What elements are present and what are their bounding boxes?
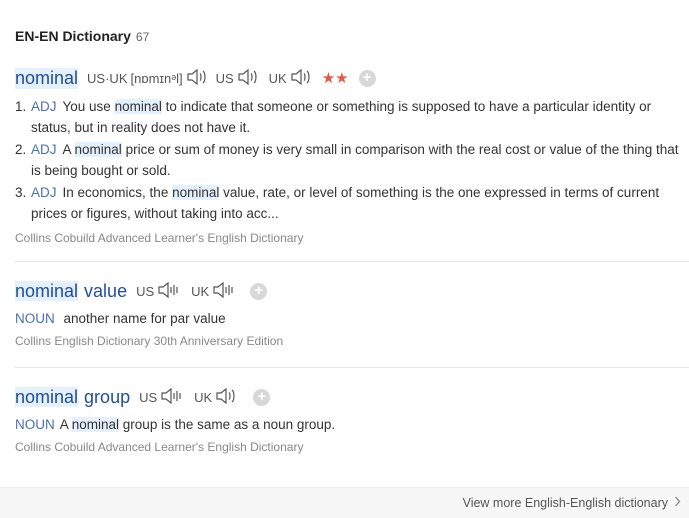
definition-text: another name for par value [63, 311, 226, 326]
speaker-icon[interactable] [237, 68, 259, 89]
entry-head: nominal value US UK + [15, 279, 689, 303]
dictionary-header: EN-EN Dictionary 67 [15, 28, 149, 44]
headword-rest: value [84, 280, 128, 301]
pronunciation-group: US·UK [nɒmɪnᵊl] US UK [78, 68, 312, 89]
part-of-speech: NOUN [15, 417, 55, 432]
headword-rest: group [84, 386, 131, 407]
part-of-speech: ADJ [31, 99, 57, 114]
add-to-wordbook-button[interactable]: + [253, 388, 271, 406]
speaker-icon[interactable] [212, 281, 236, 302]
highlighted-term: nominal [172, 185, 220, 200]
uk-label: UK [194, 389, 213, 405]
entry-nominal-value: nominal value US UK + NOUN another name f… [15, 279, 689, 348]
sense-text: ADJ In economics, the nominal value, rate… [31, 183, 689, 224]
dictionary-title: EN-EN Dictionary [15, 28, 131, 44]
speaker-icon[interactable] [157, 281, 181, 302]
divider [15, 261, 689, 262]
speaker-icon[interactable] [290, 68, 312, 89]
highlighted-term: nominal [114, 99, 162, 114]
headword[interactable]: nominal [15, 67, 79, 89]
speaker-icon[interactable] [215, 387, 239, 408]
pron-ipa: [nɒmɪnᵊl] [130, 70, 183, 86]
footer-bar: View more English-English dictionary [0, 487, 689, 518]
sense-item: 3. ADJ In economics, the nominal value, r… [15, 183, 689, 224]
sense-text-pre: You use [62, 99, 115, 114]
view-more-label: View more English-English dictionary [462, 496, 668, 510]
chevron-right-icon [674, 496, 681, 510]
entry-nominal: nominal US·UK [nɒmɪnᵊl] US UK ★★ + 1. AD… [15, 66, 689, 245]
sense-item: 1. ADJ You use nominal to indicate that s… [15, 97, 689, 138]
entry-nominal-group: nominal group US UK + NOUN A nominal group… [15, 385, 689, 454]
definition-text-pre: A [59, 417, 72, 432]
us-label: US [136, 283, 155, 299]
part-of-speech: NOUN [15, 311, 55, 326]
dictionary-source: Collins Cobuild Advanced Learner's Engli… [15, 440, 304, 454]
uk-label: UK [191, 283, 210, 299]
sense-text-post: price or sum of money is very small in c… [31, 142, 679, 178]
dictionary-source: Collins English Dictionary 30th Annivers… [15, 334, 284, 348]
headword-highlight: nominal [15, 280, 79, 301]
add-to-wordbook-button[interactable]: + [250, 282, 268, 300]
divider [15, 367, 689, 368]
frequency-stars: ★★ [321, 70, 349, 87]
headword-highlight: nominal [15, 386, 79, 407]
pronunciation-group: US UK [127, 281, 236, 302]
sense-item: 2. ADJ A nominal price or sum of money is… [15, 140, 689, 181]
sense-number: 3. [15, 185, 27, 200]
entry-head: nominal US·UK [nɒmɪnᵊl] US UK ★★ + [15, 66, 689, 90]
sense-text: ADJ You use nominal to indicate that some… [31, 97, 689, 138]
definition-line: NOUN another name for par value [15, 311, 689, 326]
us-label: US [139, 389, 158, 405]
us-label: US [215, 70, 234, 86]
speaker-icon[interactable] [186, 68, 208, 89]
sense-number: 2. [15, 142, 27, 157]
result-count: 67 [135, 30, 150, 44]
entry-head: nominal group US UK + [15, 385, 689, 409]
definition-text-post: group is the same as a noun group. [119, 417, 336, 432]
sense-text-pre: In economics, the [62, 185, 173, 200]
sense-text: ADJ A nominal price or sum of money is ve… [31, 140, 689, 181]
dictionary-source: Collins Cobuild Advanced Learner's Engli… [15, 231, 304, 245]
sense-list: 1. ADJ You use nominal to indicate that s… [15, 97, 689, 224]
sense-text-pre: A [62, 142, 75, 157]
part-of-speech: ADJ [31, 185, 57, 200]
speaker-icon[interactable] [160, 387, 184, 408]
uk-label: UK [268, 70, 287, 86]
highlighted-term: nominal [74, 142, 122, 157]
headword[interactable]: nominal group [15, 386, 131, 408]
pronunciation-group: US UK [130, 387, 239, 408]
headword[interactable]: nominal value [15, 280, 128, 302]
highlighted-term: nominal [71, 417, 120, 432]
view-more-link[interactable]: View more English-English dictionary [463, 496, 681, 510]
sense-number: 1. [15, 99, 27, 114]
pron-ipa-label: US·UK [87, 70, 128, 86]
add-to-wordbook-button[interactable]: + [358, 69, 376, 87]
part-of-speech: ADJ [31, 142, 57, 157]
definition-line: NOUN A nominal group is the same as a nou… [15, 417, 689, 432]
